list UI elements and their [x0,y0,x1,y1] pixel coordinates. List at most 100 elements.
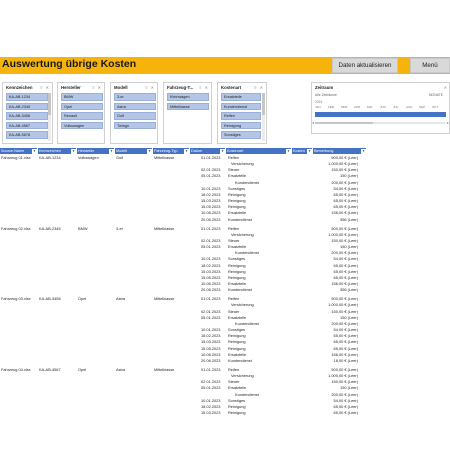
timeline-month[interactable]: SEP [419,105,425,109]
cell-kosten: 356 (Leer) [340,216,358,222]
column-header-label: Fahrzeug-Typ [154,149,178,153]
cell-hersteller: Opel [78,296,87,302]
cell-datum: 01.01.2023 [201,155,221,160]
column-header[interactable]: Modell ▾ [115,148,153,154]
cell-datum: 05.01.2023 [201,173,221,179]
timeline-month[interactable]: FEB [328,105,334,109]
cell-kosten: 356 (Leer) [340,287,358,293]
slicer-item-hersteller[interactable]: Renault [61,112,103,120]
slicer-scrollbar[interactable] [262,93,265,141]
cell-kennzeichen: KA-AB-3456 [39,296,61,302]
timeline-month[interactable]: OKT [432,105,438,109]
slicer-item-kennzeichen[interactable]: KA-AB-1234 [6,93,48,101]
refresh-data-button[interactable]: Daten aktualisieren [332,58,398,73]
slicer-kennzeichen: Kennzeichen ≡ ✕ KA-AB-1234 KA-AB-2345 KA… [2,82,53,144]
slicer-item-kostenart[interactable]: Kundendienst [221,102,261,110]
timeline-zeitraum: Zeitraum ✕ Alle Zeiträume MONATE 2023 JA… [311,82,450,134]
slicer-fahrzeugtyp: Fahrzeug-T... ≡ ✕ Kleinwagen Mittelklass… [163,82,212,144]
timeline-unit-dropdown[interactable]: MONATE [429,93,443,97]
cell-source-name: Fahrzeug 04.xlsx [1,366,31,372]
column-header[interactable]: Fahrzeug-Typ ▾ [153,148,190,154]
slicer-title: Kostenart [221,85,242,90]
scroll-left-icon[interactable]: ◂ [312,120,314,125]
slicer-item-modell[interactable]: Golf [114,112,156,120]
column-header-label: Kosten [293,149,305,153]
slicer-item-hersteller[interactable]: Volkswagen [61,121,103,129]
timeline-month[interactable]: JUN [380,105,386,109]
slicer-item-hersteller[interactable]: Opel [61,102,103,110]
column-header-label: Hersteller [78,149,95,153]
slicer-filter-icons[interactable]: ≡ ✕ [145,85,155,90]
slicer-item-kennzeichen[interactable]: KA-AB-4567 [6,121,48,129]
filter-dropdown-icon[interactable]: ▾ [286,148,291,154]
slicer-item-modell[interactable]: 3-er [114,93,156,101]
slicer-kostenart: Kostenart ≡ ✕ Ersatzteile Kundendienst R… [217,82,267,144]
slicer-item-kostenart[interactable]: Reinigung [221,121,261,129]
cell-datum: 01.01.2023 [201,366,221,372]
menu-button[interactable]: Menü [410,58,450,73]
slicer-item-hersteller[interactable]: BMW [61,93,103,101]
column-header[interactable]: Source.Name ▾ [0,148,38,154]
slicer-title: Hersteller [61,85,81,90]
cell-datum: 15.03.2023 [201,410,221,415]
column-header-label: Modell [116,149,128,153]
timeline-month[interactable]: JUL [393,105,398,109]
slicer-item-kostenart[interactable]: Sonstiges [221,131,261,139]
cell-fahrzeug-typ: Mittelklasse [154,155,175,160]
slicer-item-fahrzeugtyp[interactable]: Kleinwagen [167,93,209,101]
timeline-month[interactable]: MAI [367,105,372,109]
slicer-item-fahrzeugtyp[interactable]: Mittelklasse [167,102,209,110]
cell-datum: 05.01.2023 [201,314,221,320]
clear-filter-icon[interactable]: ✕ [444,85,447,90]
timeline-month[interactable]: APR [354,105,360,109]
slicer-filter-icons[interactable]: ≡ ✕ [254,85,264,90]
slicer-item-kennzeichen[interactable]: KA-AB-5678 [6,131,48,139]
column-header[interactable]: Datum ▾ [190,148,226,154]
timeline-range-label: Alle Zeiträume [315,93,337,97]
slicer-item-kennzeichen[interactable]: KA-AB-3456 [6,112,48,120]
timeline-month[interactable]: MRZ [341,105,348,109]
cell-fahrzeug-typ: Mittelklasse [154,366,175,372]
slicer-item-kostenart[interactable]: Ersatzteile [221,93,261,101]
scroll-thumb[interactable] [262,93,265,115]
slicer-scrollbar[interactable] [48,93,51,141]
slicer-item-modell[interactable]: Astra [114,102,156,110]
filter-dropdown-icon[interactable]: ▾ [307,148,312,154]
cell-hersteller: BMW [78,225,88,231]
slicer-item-kennzeichen[interactable]: KA-AB-2345 [6,102,48,110]
filter-dropdown-icon[interactable]: ▾ [71,148,76,154]
slicer-filter-icons[interactable]: ≡ ✕ [92,85,102,90]
slicer-item-modell[interactable]: Twingo [114,121,156,129]
timeline-month[interactable]: AUG [406,105,413,109]
filter-dropdown-icon[interactable]: ▾ [184,148,189,154]
table-header: Source.Name ▾ Kennzeichen ▾ Hersteller ▾ Mo… [0,148,367,154]
column-header-label: Datum [191,149,203,153]
slicer-filter-icons[interactable]: ≡ ✕ [40,85,50,90]
scroll-thumb[interactable] [48,93,51,115]
slicer-modell: Modell ≡ ✕ 3-er Astra Golf Twingo [110,82,158,144]
column-header[interactable]: Kostenart ▾ [226,148,292,154]
filter-dropdown-icon[interactable]: ▾ [109,148,114,154]
cell-modell: 3-er [116,225,123,231]
slicer-item-kostenart[interactable]: Reifen [221,112,261,120]
timeline-year: 2023 [315,100,323,104]
filter-dropdown-icon[interactable]: ▾ [220,148,225,154]
column-header[interactable]: Kosten ▾ [292,148,313,154]
slicer-filter-icons[interactable]: ≡ ✕ [199,85,209,90]
column-header[interactable]: Kennzeichen ▾ [38,148,77,154]
column-header[interactable]: Hersteller ▾ [77,148,115,154]
cell-kostenart: Reinigung [228,410,246,415]
filter-dropdown-icon[interactable]: ▾ [147,148,152,154]
cell-fahrzeug-typ: Mittelklasse [154,296,175,302]
timeline-month[interactable]: JAN [315,105,321,109]
filter-dropdown-icon[interactable]: ▾ [32,148,37,154]
filter-dropdown-icon[interactable]: ▾ [361,148,366,154]
timeline-scroll-thumb[interactable] [315,122,373,124]
slicer-title: Modell [114,85,128,90]
scroll-right-icon[interactable]: ▸ [447,120,449,125]
column-header[interactable]: Bemerkung ▾ [313,148,367,154]
cell-datum: 01.01.2023 [201,225,221,231]
cell-kennzeichen: KA-AB-4567 [39,366,61,372]
cell-datum: 01.01.2023 [201,296,221,302]
timeline-selection-bar[interactable] [315,112,446,117]
